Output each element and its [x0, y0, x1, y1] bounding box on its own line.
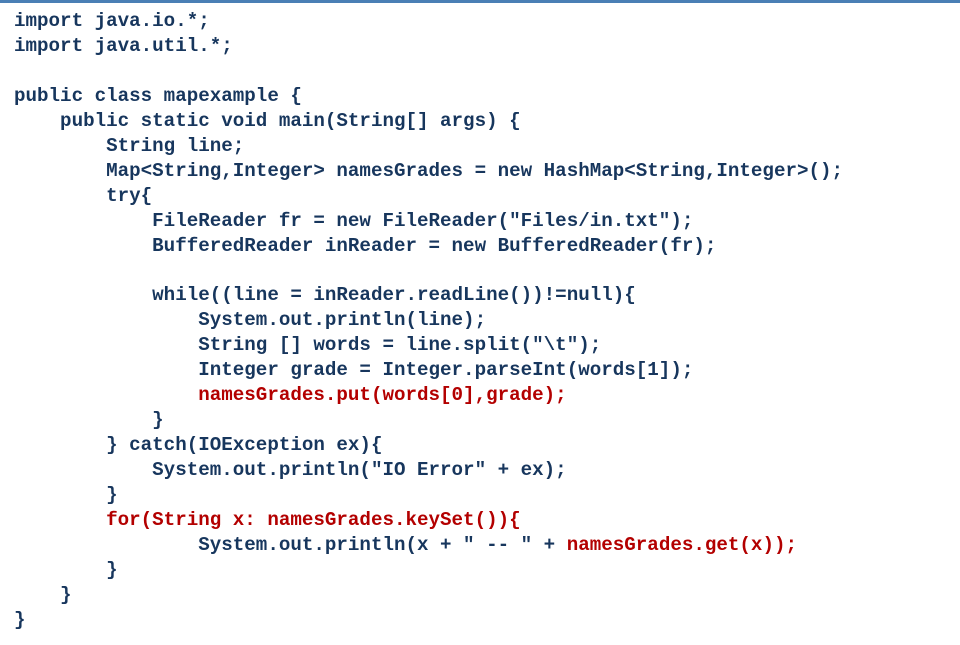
code-line: } catch(IOException ex){: [14, 434, 382, 456]
code-line: FileReader fr = new FileReader("Files/in…: [14, 210, 693, 232]
code-span-highlight: namesGrades.get(x));: [567, 534, 797, 556]
code-line: System.out.println("IO Error" + ex);: [14, 459, 567, 481]
code-line: System.out.println(line);: [14, 309, 486, 331]
code-line: BufferedReader inReader = new BufferedRe…: [14, 235, 716, 257]
code-block: import java.io.*; import java.util.*; pu…: [0, 9, 960, 633]
code-line: public static void main(String[] args) {: [14, 110, 521, 132]
code-line: Integer grade = Integer.parseInt(words[1…: [14, 359, 693, 381]
code-line: }: [14, 584, 72, 606]
code-line: String line;: [14, 135, 244, 157]
code-line: System.out.println(x + " -- " +: [14, 534, 567, 556]
code-line: }: [14, 409, 164, 431]
code-slide: import java.io.*; import java.util.*; pu…: [0, 0, 960, 645]
code-line-highlight: for(String x: namesGrades.keySet()){: [14, 509, 521, 531]
code-line: }: [14, 559, 118, 581]
code-line: import java.io.*;: [14, 10, 210, 32]
code-line: }: [14, 484, 118, 506]
code-line: import java.util.*;: [14, 35, 233, 57]
code-line: while((line = inReader.readLine())!=null…: [14, 284, 636, 306]
code-line: }: [14, 609, 26, 631]
code-line-highlight: namesGrades.put(words[0],grade);: [14, 384, 567, 406]
code-line: String [] words = line.split("\t");: [14, 334, 601, 356]
code-line: Map<String,Integer> namesGrades = new Ha…: [14, 160, 843, 182]
code-line: try{: [14, 185, 152, 207]
code-line: public class mapexample {: [14, 85, 302, 107]
